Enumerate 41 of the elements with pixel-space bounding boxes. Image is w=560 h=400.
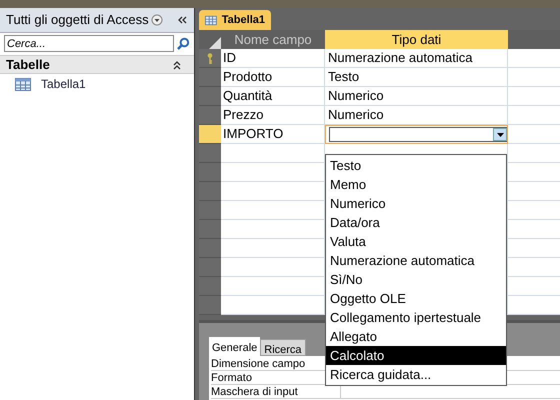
dropdown-option[interactable]: Testo [326, 156, 506, 175]
field-name: Quantità [223, 87, 272, 106]
data-type-combobox[interactable] [329, 127, 507, 142]
search-icon[interactable] [176, 36, 190, 50]
document-tab[interactable]: Tabella1 [199, 10, 271, 30]
data-type: Numerico [328, 87, 384, 106]
pane-title: Tutti gli oggetti di Access [6, 11, 149, 30]
property-tab[interactable]: Generale [209, 337, 260, 356]
dropdown-option[interactable]: Numerico [326, 194, 506, 213]
data-type: Testo [328, 68, 360, 86]
field-name: ID [223, 49, 236, 68]
field-name: Prezzo [223, 106, 264, 124]
row-selector[interactable] [199, 125, 221, 144]
dropdown-option[interactable]: Oggetto OLE [326, 289, 506, 308]
table-icon [205, 14, 217, 26]
column-header: Tipo dati [325, 30, 508, 49]
collapse-icon[interactable] [176, 15, 188, 25]
dropdown-icon[interactable] [150, 14, 163, 26]
dropdown-option[interactable]: Calcolato [326, 346, 506, 365]
dropdown-option[interactable]: Numerazione automatica [326, 251, 506, 270]
table-item[interactable]: Tabella1 [41, 75, 86, 93]
search-field[interactable]: Cerca... [4, 35, 174, 52]
field-name: IMPORTO [223, 125, 284, 144]
dropdown-option[interactable]: Sì/No [326, 270, 506, 289]
key-icon [207, 52, 213, 64]
data-type: Numerazione automatica [328, 49, 473, 68]
dropdown-option[interactable]: Allegato [326, 327, 506, 346]
dropdown-option[interactable]: Valuta [326, 232, 506, 251]
table-cell[interactable] [325, 125, 508, 144]
property-tab[interactable]: Ricerca [260, 339, 306, 356]
dropdown-option[interactable]: Data/ora [326, 213, 506, 232]
column-header: Nome campo [233, 31, 313, 49]
field-name: Prodotto [223, 68, 272, 86]
table-cell [508, 125, 560, 144]
row-selector[interactable] [199, 49, 221, 68]
table-icon [15, 78, 31, 90]
caret-icon [496, 132, 504, 136]
dropdown-option[interactable]: Collegamento ipertestuale [326, 308, 506, 327]
collapse-icon[interactable] [172, 60, 182, 70]
dropdown-option[interactable]: Memo [326, 175, 506, 194]
data-type: Numerico [328, 106, 384, 124]
